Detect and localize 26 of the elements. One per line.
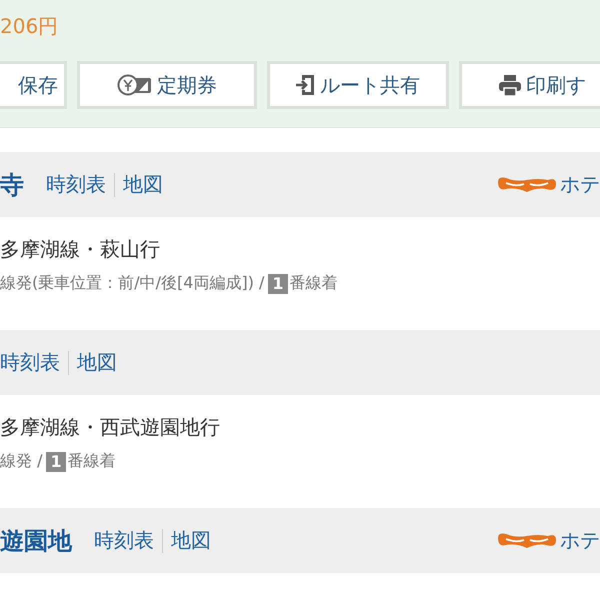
hotel-link[interactable]: ホテ [560, 171, 600, 198]
printer-icon [498, 73, 522, 97]
station-link[interactable]: 地図 [171, 527, 211, 554]
action-button[interactable]: ルート共有 [267, 61, 449, 109]
arrival-info: 番線着 [68, 451, 116, 472]
station-name[interactable]: 遊園地 [0, 524, 72, 556]
enter-door-icon [296, 73, 316, 97]
train-line: 多摩湖線・萩山行 [0, 236, 161, 263]
station-link[interactable]: 地図 [77, 349, 117, 376]
platform-info: 線発 / [0, 451, 42, 472]
action-button[interactable]: 定期券 [77, 61, 257, 109]
yen-card-icon [117, 73, 153, 97]
track-number: 1 [268, 274, 288, 294]
action-button[interactable]: 印刷す [459, 61, 600, 109]
platform-info: 線発(乗車位置：前/中/後[4両編成]) / [0, 273, 264, 294]
arrival-info: 番線着 [290, 273, 338, 294]
station-link[interactable]: 時刻表 [94, 527, 154, 554]
track-number: 1 [46, 452, 66, 472]
hotel-link[interactable]: ホテ [560, 527, 600, 554]
action-button[interactable]: 保存 [0, 61, 67, 109]
station-link[interactable]: 地図 [123, 171, 163, 198]
train-line: 多摩湖線・西武遊園地行 [0, 414, 221, 441]
station-link[interactable]: 時刻表 [46, 171, 106, 198]
station-name[interactable]: 寺 [0, 168, 24, 200]
fare-price: 206円 [0, 13, 60, 40]
station-link[interactable]: 時刻表 [0, 349, 60, 376]
